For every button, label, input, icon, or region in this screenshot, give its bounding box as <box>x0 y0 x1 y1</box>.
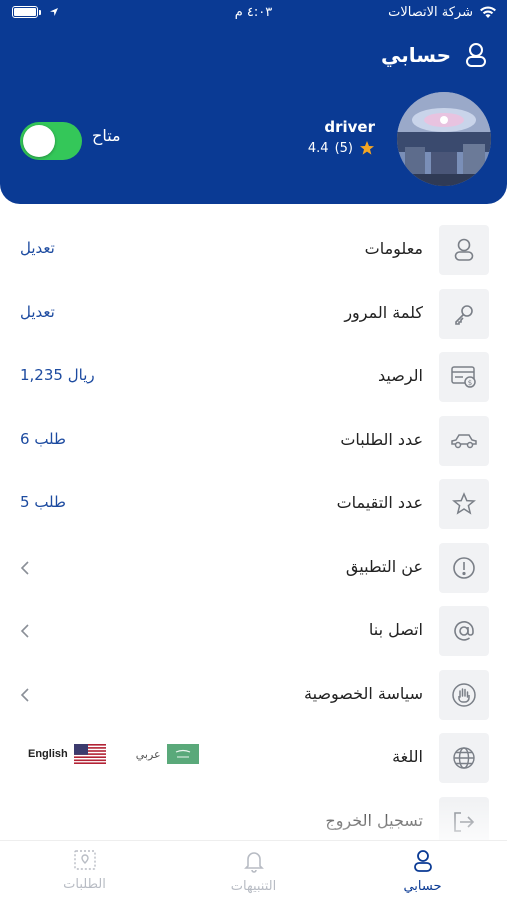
menu-item-label: سياسة الخصوصية <box>304 683 423 703</box>
arabic-label: عربي <box>135 747 161 761</box>
info-icon <box>439 542 489 593</box>
menu-item-password[interactable]: كلمة المرور تعديل <box>0 282 507 346</box>
status-bar: ٤:٠٣ م شركة الاتصالات <box>0 0 507 30</box>
avatar[interactable] <box>397 92 491 186</box>
menu-item-label: عن التطبيق <box>345 556 423 576</box>
language-option-english[interactable]: English <box>28 744 106 764</box>
driver-name: driver <box>324 118 375 136</box>
english-label: English <box>28 748 68 760</box>
language-option-arabic[interactable]: عربي <box>136 744 199 764</box>
menu-item-ratings[interactable]: عدد التقيمات 5 طلب <box>0 472 507 536</box>
language-options: English عربي <box>28 744 199 764</box>
menu-item-language: اللغة English عربي <box>0 726 507 790</box>
star-icon <box>360 141 374 155</box>
balance-value: 1,235 ريال <box>20 366 95 384</box>
carrier-name: شركة الاتصالات <box>388 5 473 20</box>
tab-notifications[interactable]: التنبيهات <box>169 841 338 900</box>
hand-icon <box>439 669 489 720</box>
avatar-image <box>397 92 491 186</box>
orders-count: 6 طلب <box>20 429 66 448</box>
edit-password-link[interactable]: تعديل <box>20 303 55 321</box>
menu-item-label: عدد الطلبات <box>340 429 423 449</box>
rating-count: (5) <box>334 140 353 156</box>
user-icon <box>439 225 489 275</box>
chevron-left-icon <box>20 687 29 702</box>
page-title: حسابي <box>380 43 451 67</box>
logout-icon <box>439 796 489 847</box>
toggle-knob <box>23 125 55 157</box>
tab-account[interactable]: حسابي <box>338 841 507 900</box>
chevron-left-icon <box>20 560 29 575</box>
car-icon <box>439 415 489 466</box>
menu-item-label: كلمة المرور <box>344 302 423 322</box>
wifi-icon <box>480 6 496 18</box>
availability-toggle[interactable] <box>20 122 82 160</box>
user-icon <box>413 850 432 872</box>
menu-item-info[interactable]: معلومات تعديل <box>0 218 507 282</box>
at-icon <box>439 606 489 656</box>
star-icon <box>439 479 489 529</box>
menu-item-label: الرصيد <box>378 366 423 385</box>
wallet-icon: $ <box>439 352 489 402</box>
header-title-row: حسابي <box>381 42 487 68</box>
svg-text:$: $ <box>468 379 472 387</box>
us-flag-icon <box>73 744 106 764</box>
edit-info-link[interactable]: تعديل <box>20 239 55 257</box>
rating-row: 4.4 (5) <box>308 140 375 156</box>
chevron-left-icon <box>20 624 29 638</box>
tab-bar: الطلبات التنبيهات حسابي <box>0 840 507 900</box>
rating-value: 4.4 <box>307 140 329 156</box>
menu-item-label: اتصل بنا <box>368 620 423 639</box>
menu-item-privacy[interactable]: سياسة الخصوصية <box>0 663 507 727</box>
key-icon <box>439 288 489 339</box>
availability-label: متاح <box>92 126 121 145</box>
menu-item-label: تسجيل الخروج <box>325 810 423 830</box>
menu-item-contact[interactable]: اتصل بنا <box>0 599 507 663</box>
profile-header: حسابي driver 4.4 (5) متاح <box>0 30 507 204</box>
ratings-count: 5 طلب <box>20 493 66 511</box>
menu-item-label: اللغة <box>392 747 423 766</box>
account-menu: معلومات تعديل كلمة المرور تعديل $ الرصيد… <box>0 218 507 853</box>
user-icon <box>466 43 486 67</box>
tab-notifications-label: التنبيهات <box>230 879 277 894</box>
menu-item-orders[interactable]: عدد الطلبات 6 طلب <box>0 409 507 473</box>
saudi-flag-icon <box>166 744 199 764</box>
bell-icon <box>243 852 264 873</box>
globe-icon <box>439 733 489 783</box>
menu-item-label: معلومات <box>364 239 423 258</box>
tab-orders[interactable]: الطلبات <box>0 841 169 900</box>
menu-item-about[interactable]: عن التطبيق <box>0 536 507 600</box>
status-right: شركة الاتصالات <box>388 5 497 20</box>
menu-item-label: عدد التقيمات <box>336 493 423 512</box>
tab-account-label: حسابي <box>403 879 442 894</box>
orders-tab-icon <box>73 850 96 870</box>
menu-item-balance[interactable]: $ الرصيد 1,235 ريال <box>0 345 507 409</box>
tab-orders-label: الطلبات <box>63 877 106 892</box>
